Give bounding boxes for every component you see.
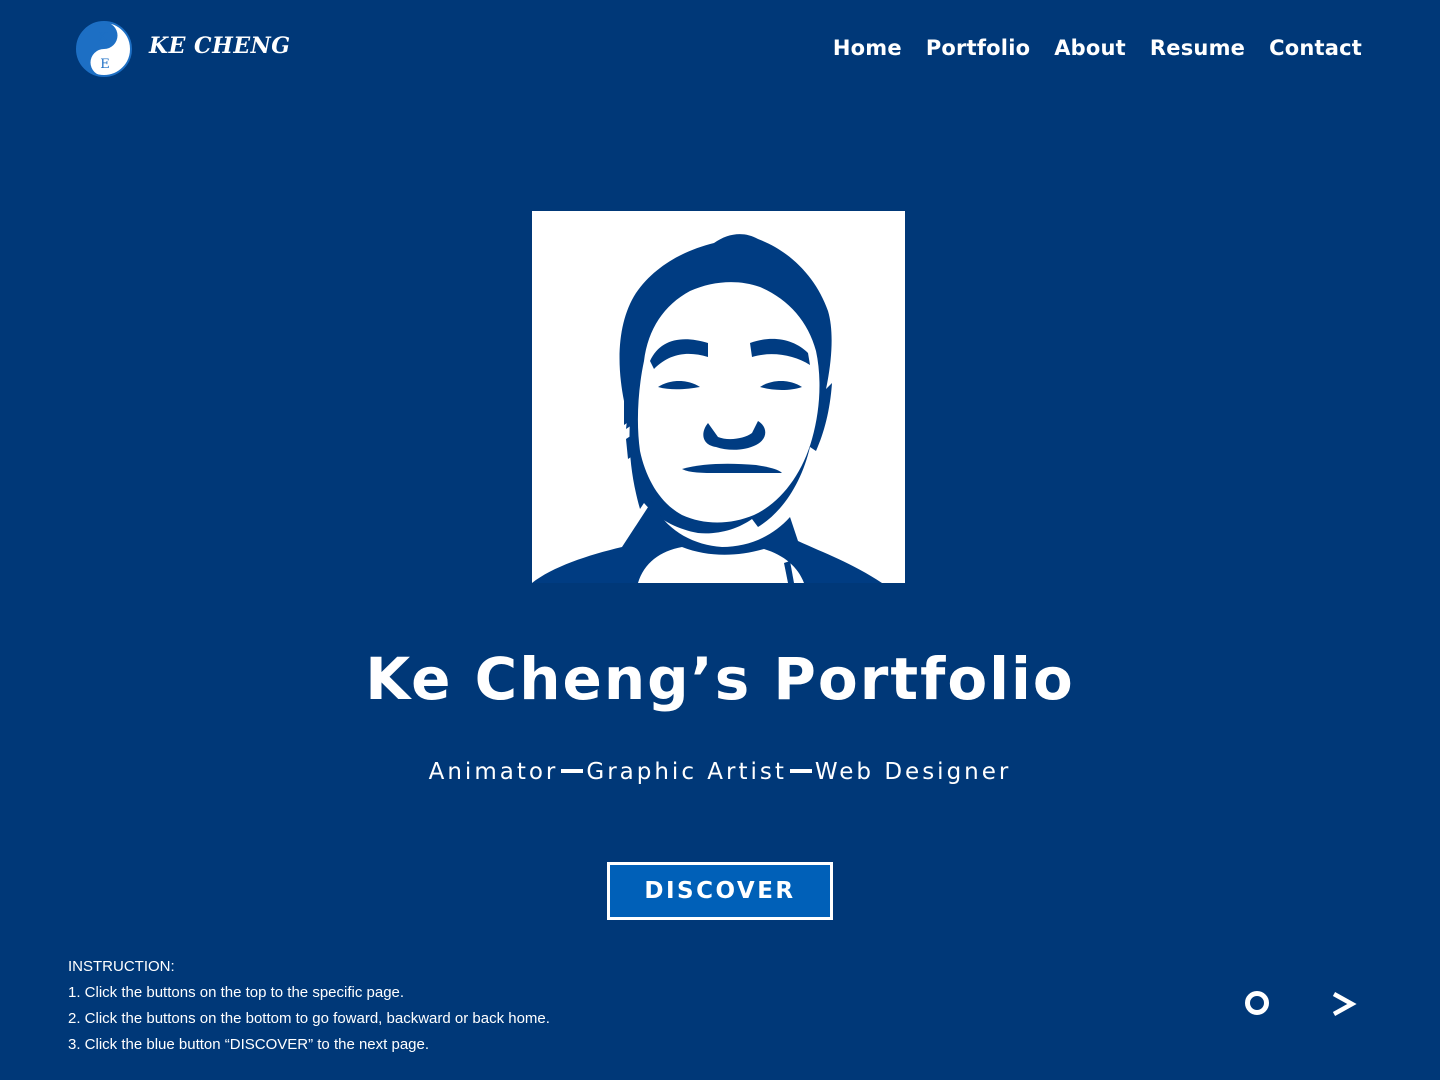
instruction-step: 3. Click the blue button “DISCOVER” to t… xyxy=(68,1036,430,1053)
home-circle-icon[interactable] xyxy=(1244,990,1270,1016)
separator-dash xyxy=(561,768,584,773)
role-graphic-artist: Graphic Artist xyxy=(586,759,787,785)
roles-subtitle: Animator Graphic Artist Web Designer xyxy=(0,759,1440,785)
portrait-illustration xyxy=(532,211,905,583)
logo-letter-k: K xyxy=(98,30,108,45)
instructions: INSTRUCTION: 1. Click the buttons on the… xyxy=(68,954,550,1058)
separator-dash xyxy=(789,768,812,773)
logo-mark-icon: K E xyxy=(76,21,132,77)
nav-portfolio[interactable]: Portfolio xyxy=(926,36,1030,60)
role-animator: Animator xyxy=(428,759,559,785)
nav-about[interactable]: About xyxy=(1054,36,1126,60)
top-nav: Home Portfolio About Resume Contact xyxy=(833,36,1362,60)
instruction-step: 2. Click the buttons on the bottom to go… xyxy=(68,1010,550,1027)
instructions-heading: INSTRUCTION: xyxy=(68,958,175,975)
chevron-right-icon[interactable] xyxy=(1330,988,1358,1020)
page: K E KE CHENG Home Portfolio About Resume… xyxy=(0,0,1440,1080)
nav-resume[interactable]: Resume xyxy=(1150,36,1245,60)
site-logo[interactable]: K E KE CHENG xyxy=(76,21,291,77)
discover-button-label: DISCOVER xyxy=(644,878,796,904)
instruction-step: 1. Click the buttons on the top to the s… xyxy=(68,984,405,1001)
discover-button[interactable]: DISCOVER xyxy=(607,862,833,920)
logo-letter-e: E xyxy=(100,57,110,72)
nav-home[interactable]: Home xyxy=(833,36,902,60)
role-web-designer: Web Designer xyxy=(814,759,1012,785)
page-title: Ke Cheng’s Portfolio xyxy=(365,645,1075,713)
profile-portrait xyxy=(532,211,905,583)
nav-contact[interactable]: Contact xyxy=(1269,36,1362,60)
logo-text: KE CHENG xyxy=(149,33,291,59)
